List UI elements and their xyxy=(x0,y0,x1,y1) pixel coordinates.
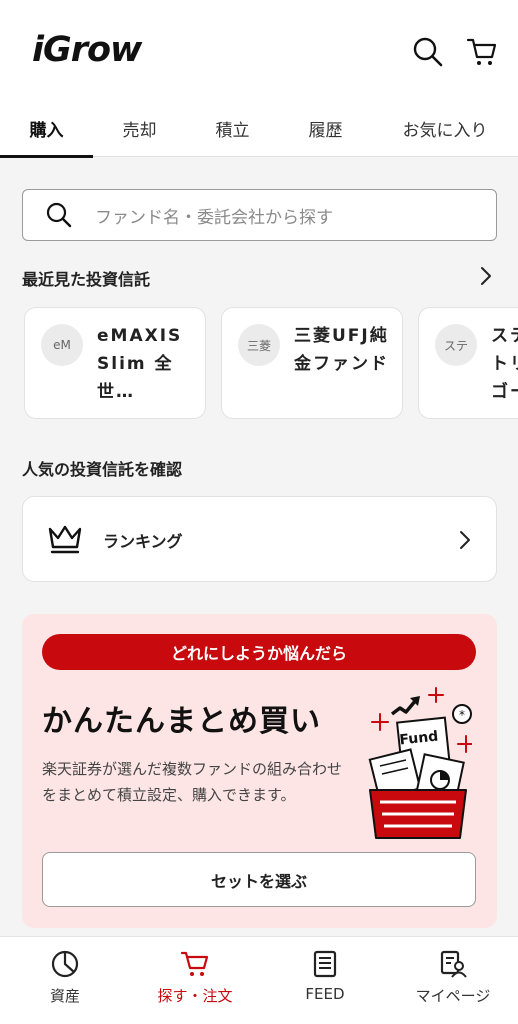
bundle-purchase-promo: どれにしようか悩んだら かんたんまとめ買い 楽天証券が選んだ複数ファンドの組み合… xyxy=(22,614,497,928)
search-placeholder: ファンド名・委託会社から探す xyxy=(95,207,333,228)
search-icon[interactable] xyxy=(412,36,444,68)
cart-icon xyxy=(180,951,209,976)
nav-label: 探す・注文 xyxy=(157,987,233,1005)
nav-label: FEED xyxy=(305,985,345,1003)
ranking-link[interactable]: ランキング xyxy=(22,496,497,582)
tab-sell[interactable]: 売却 xyxy=(93,100,186,157)
select-set-button[interactable]: セットを選ぶ xyxy=(42,852,476,907)
fund-name: eMAXIS Slim 全世… xyxy=(97,326,183,402)
promo-description: 楽天証券が選んだ複数ファンドの組み合わせをまとめて積立設定、購入できます。 xyxy=(42,760,343,804)
fund-avatar: ステ xyxy=(435,324,477,366)
chevron-right-icon[interactable] xyxy=(478,266,494,286)
crown-icon xyxy=(48,525,82,554)
promo-title: かんたんまとめ買い xyxy=(42,704,321,739)
tab-favorites[interactable]: お気に入り xyxy=(380,100,510,157)
fund-name: ステトリゴー xyxy=(491,326,518,402)
app-header: iGrow xyxy=(0,0,518,100)
nav-search-order[interactable]: 探す・注文 xyxy=(130,937,260,1024)
recent-fund-card[interactable]: eM eMAXIS Slim 全世… xyxy=(24,307,206,419)
promo-badge: どれにしようか悩んだら xyxy=(42,634,476,670)
tab-history[interactable]: 履歴 xyxy=(279,100,372,157)
nav-label: マイページ xyxy=(415,987,491,1005)
nav-assets[interactable]: 資産 xyxy=(0,937,130,1024)
popular-funds-title: 人気の投資信託を確認 xyxy=(22,460,183,479)
news-icon xyxy=(313,950,337,978)
app-logo: iGrow xyxy=(32,30,142,70)
recent-funds-title: 最近見た投資信託 xyxy=(22,270,151,289)
recent-fund-card[interactable]: ステ ステトリゴー xyxy=(418,307,518,419)
tab-bar: 購入 売却 積立 履歴 お気に入り xyxy=(0,100,518,158)
fund-search-input[interactable]: ファンド名・委託会社から探す xyxy=(22,189,497,241)
fund-avatar: 三菱 xyxy=(238,324,280,366)
recent-fund-card[interactable]: 三菱 三菱UFJ純金ファンド xyxy=(221,307,403,419)
nav-feed[interactable]: FEED xyxy=(260,937,390,1024)
tab-accumulate[interactable]: 積立 xyxy=(186,100,279,157)
nav-mypage[interactable]: マイページ xyxy=(388,937,518,1024)
svg-text:*: * xyxy=(459,708,465,722)
profile-icon xyxy=(440,950,467,978)
search-icon xyxy=(46,202,72,228)
chevron-right-icon xyxy=(460,531,470,549)
pie-chart-icon xyxy=(51,950,79,978)
ranking-label: ランキング xyxy=(103,532,183,551)
fund-name: 三菱UFJ純金ファンド xyxy=(294,326,389,374)
cart-icon[interactable] xyxy=(466,36,498,68)
fund-avatar: eM xyxy=(41,324,83,366)
fund-basket-illustration: * Fund xyxy=(368,687,472,839)
bottom-navigation: 資産 探す・注文 FEED マイページ xyxy=(0,936,518,1024)
tab-purchase[interactable]: 購入 xyxy=(0,100,93,158)
nav-label: 資産 xyxy=(49,987,80,1005)
